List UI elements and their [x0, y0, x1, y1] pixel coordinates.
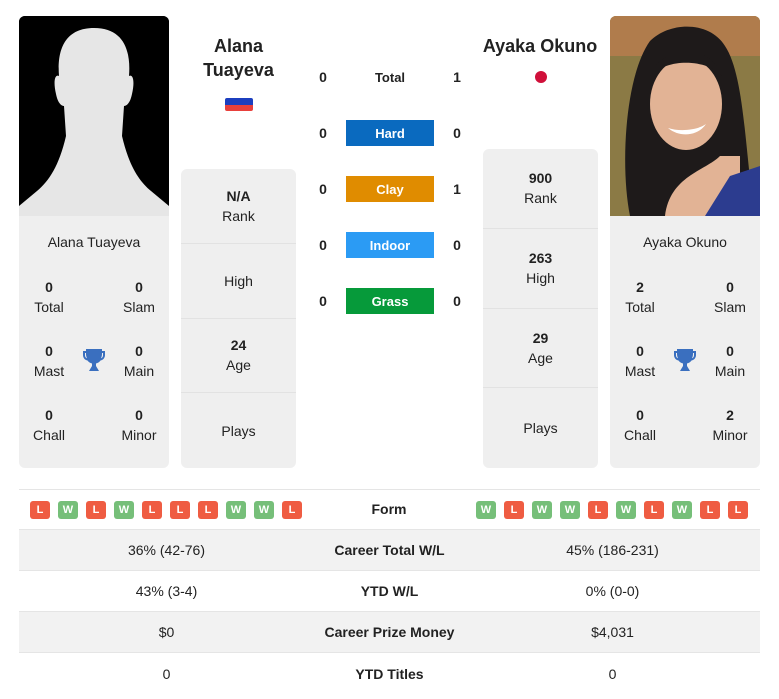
player1-photo	[19, 16, 169, 216]
player2-form-badge-win[interactable]: W	[672, 501, 692, 519]
player2-plays: Plays	[523, 420, 558, 437]
clay-badge[interactable]: Clay	[346, 176, 434, 202]
h2h-total: 0 Total 1	[319, 69, 461, 85]
player2-name: Ayaka Okuno	[643, 234, 727, 250]
h2h-indoor: 0 Indoor 0	[310, 232, 470, 258]
player1-titles-total: 0 Total	[34, 279, 64, 315]
player2-titles-main: 0 Main	[714, 343, 746, 379]
player1-titles-chall: 0 Chall	[33, 407, 65, 443]
player2-titles-total: 2 Total	[625, 279, 655, 315]
comparison-row: 43% (3-4) YTD W/L 0% (0-0)	[19, 571, 760, 612]
player2-form-badge-win[interactable]: W	[560, 501, 580, 519]
player1-high: High	[181, 244, 296, 319]
player1-header-name[interactable]: Alana Tuayeva	[181, 34, 296, 82]
player2-form-badge-win[interactable]: W	[532, 501, 552, 519]
trophy-icon	[82, 347, 106, 373]
player1-plays: Plays	[221, 422, 256, 439]
form-label: Form	[371, 501, 407, 517]
player2-rank: 900 Rank	[483, 149, 598, 229]
h2h-grass: 0 Grass 0	[310, 288, 470, 314]
player1-form-badge-win[interactable]: W	[254, 501, 274, 519]
player1-rank: N/A Rank	[181, 169, 296, 244]
player1-titles-slam: 0 Slam	[123, 279, 155, 315]
player2-high: 263 High	[483, 229, 598, 309]
player1-form: LWLWLLLWWL	[30, 501, 302, 519]
japan-flag-icon	[535, 71, 547, 83]
comparison-row: 36% (42-76) Career Total W/L 45% (186-23…	[19, 530, 760, 571]
player1-form-badge-win[interactable]: W	[58, 501, 78, 519]
player1-titles-card: Alana Tuayeva 0 Total 0 Slam 0 Mast 0 Main 0…	[19, 216, 169, 468]
player1-form-badge-loss[interactable]: L	[198, 501, 218, 519]
player2-form: WLWWLWLWLL	[476, 501, 748, 519]
player1-form-badge-loss[interactable]: L	[30, 501, 50, 519]
player2-form-badge-loss[interactable]: L	[644, 501, 664, 519]
player1-form-badge-loss[interactable]: L	[282, 501, 302, 519]
player1-form-badge-loss[interactable]: L	[170, 501, 190, 519]
indoor-badge[interactable]: Indoor	[346, 232, 434, 258]
player1-titles-minor: 0 Minor	[121, 407, 157, 443]
grass-badge[interactable]: Grass	[346, 288, 434, 314]
player2-age: 29 Age	[483, 309, 598, 389]
player2-stats: 900 Rank 263 High 29 Age Plays	[483, 149, 598, 468]
form-row: LWLWLLLWWL Form WLWWLWLWLL	[19, 489, 760, 530]
player2-photo	[610, 16, 760, 216]
player1-titles-mast: 0 Mast	[33, 343, 65, 379]
player2-titles-slam: 0 Slam	[714, 279, 746, 315]
player1-age: 24 Age	[181, 319, 296, 394]
player2-form-badge-loss[interactable]: L	[588, 501, 608, 519]
player2-form-badge-loss[interactable]: L	[504, 501, 524, 519]
player2-header-name[interactable]: Ayaka Okuno	[470, 34, 610, 58]
h2h-clay: 0 Clay 1	[310, 176, 470, 202]
player2-form-badge-loss[interactable]: L	[728, 501, 748, 519]
comparison-row: 0 YTD Titles 0	[162, 665, 617, 682]
player2-titles-mast: 0 Mast	[624, 343, 656, 379]
trophy-icon	[673, 347, 697, 373]
hard-badge[interactable]: Hard	[346, 120, 434, 146]
player2-titles-chall: 0 Chall	[624, 407, 656, 443]
player2-form-badge-loss[interactable]: L	[700, 501, 720, 519]
player1-form-badge-win[interactable]: W	[114, 501, 134, 519]
comparison-row: $0 Career Prize Money $4,031	[19, 612, 760, 653]
silhouette-icon	[19, 16, 169, 216]
player1-titles-main: 0 Main	[123, 343, 155, 379]
player2-form-badge-win[interactable]: W	[616, 501, 636, 519]
h2h-hard: 0 Hard 0	[310, 120, 470, 146]
player1-name: Alana Tuayeva	[47, 234, 141, 250]
player2-titles-minor: 2 Minor	[712, 407, 748, 443]
player-portrait-icon	[610, 16, 760, 216]
russia-flag-icon	[225, 98, 253, 111]
player1-form-badge-loss[interactable]: L	[142, 501, 162, 519]
player2-form-badge-win[interactable]: W	[476, 501, 496, 519]
player1-form-badge-win[interactable]: W	[226, 501, 246, 519]
player1-stats: N/A Rank High 24 Age Plays	[181, 169, 296, 468]
player1-form-badge-loss[interactable]: L	[86, 501, 106, 519]
player2-titles-card: Ayaka Okuno 2 Total 0 Slam 0 Mast 0 Main 0 Ch…	[610, 216, 760, 468]
